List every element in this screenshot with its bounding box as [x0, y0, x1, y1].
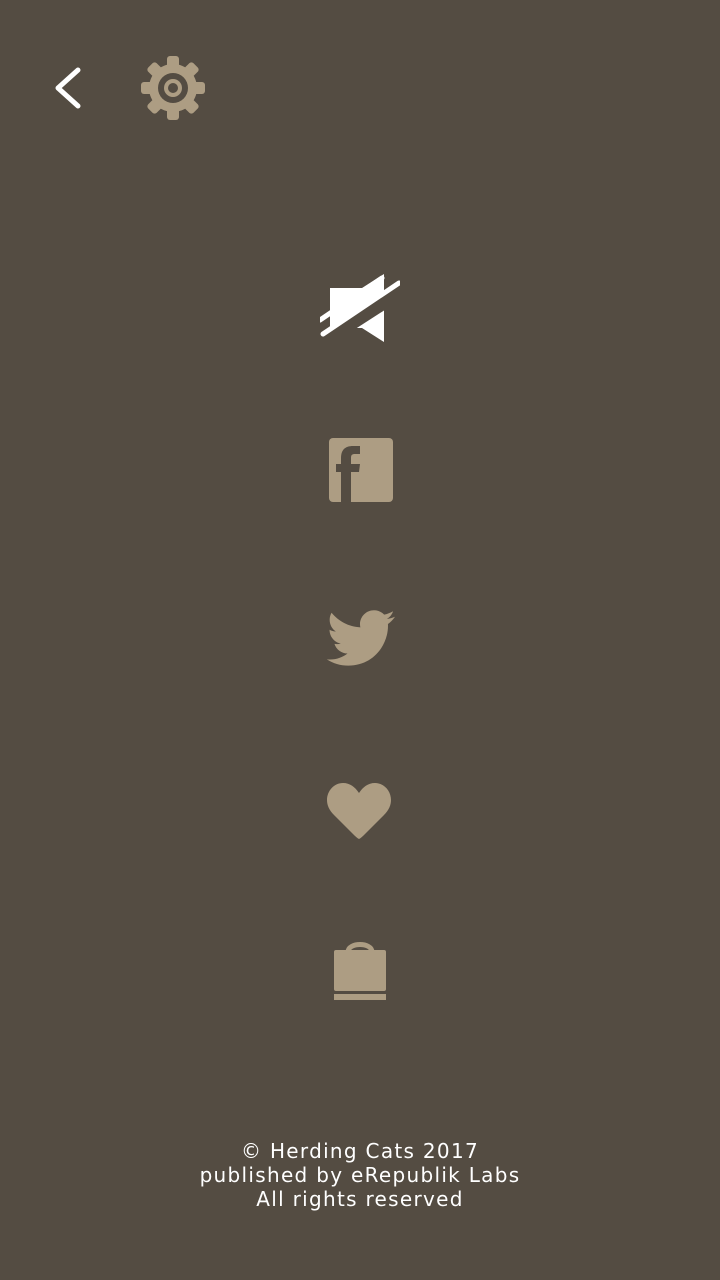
chevron-left-icon [55, 67, 81, 109]
sound-toggle-button[interactable] [320, 268, 400, 348]
facebook-icon [329, 438, 393, 502]
twitter-button[interactable] [320, 598, 400, 678]
sound-muted-icon [320, 274, 400, 342]
copyright-text: © Herding Cats 2017 [241, 1139, 479, 1163]
shopping-bag-icon [334, 942, 386, 1000]
twitter-icon [326, 610, 395, 666]
settings-button[interactable] [137, 52, 209, 124]
facebook-button[interactable] [320, 430, 400, 510]
gear-icon [141, 56, 205, 120]
settings-screen: © Herding Cats 2017 published by eRepubl… [0, 0, 720, 1280]
rights-text: All rights reserved [256, 1187, 464, 1211]
shop-button[interactable] [320, 928, 400, 1008]
back-button[interactable] [40, 56, 100, 120]
credits-footer: © Herding Cats 2017 published by eRepubl… [0, 1139, 720, 1211]
favorite-button[interactable] [320, 770, 400, 850]
publisher-text: published by eRepublik Labs [199, 1163, 521, 1187]
heart-icon [327, 783, 391, 839]
